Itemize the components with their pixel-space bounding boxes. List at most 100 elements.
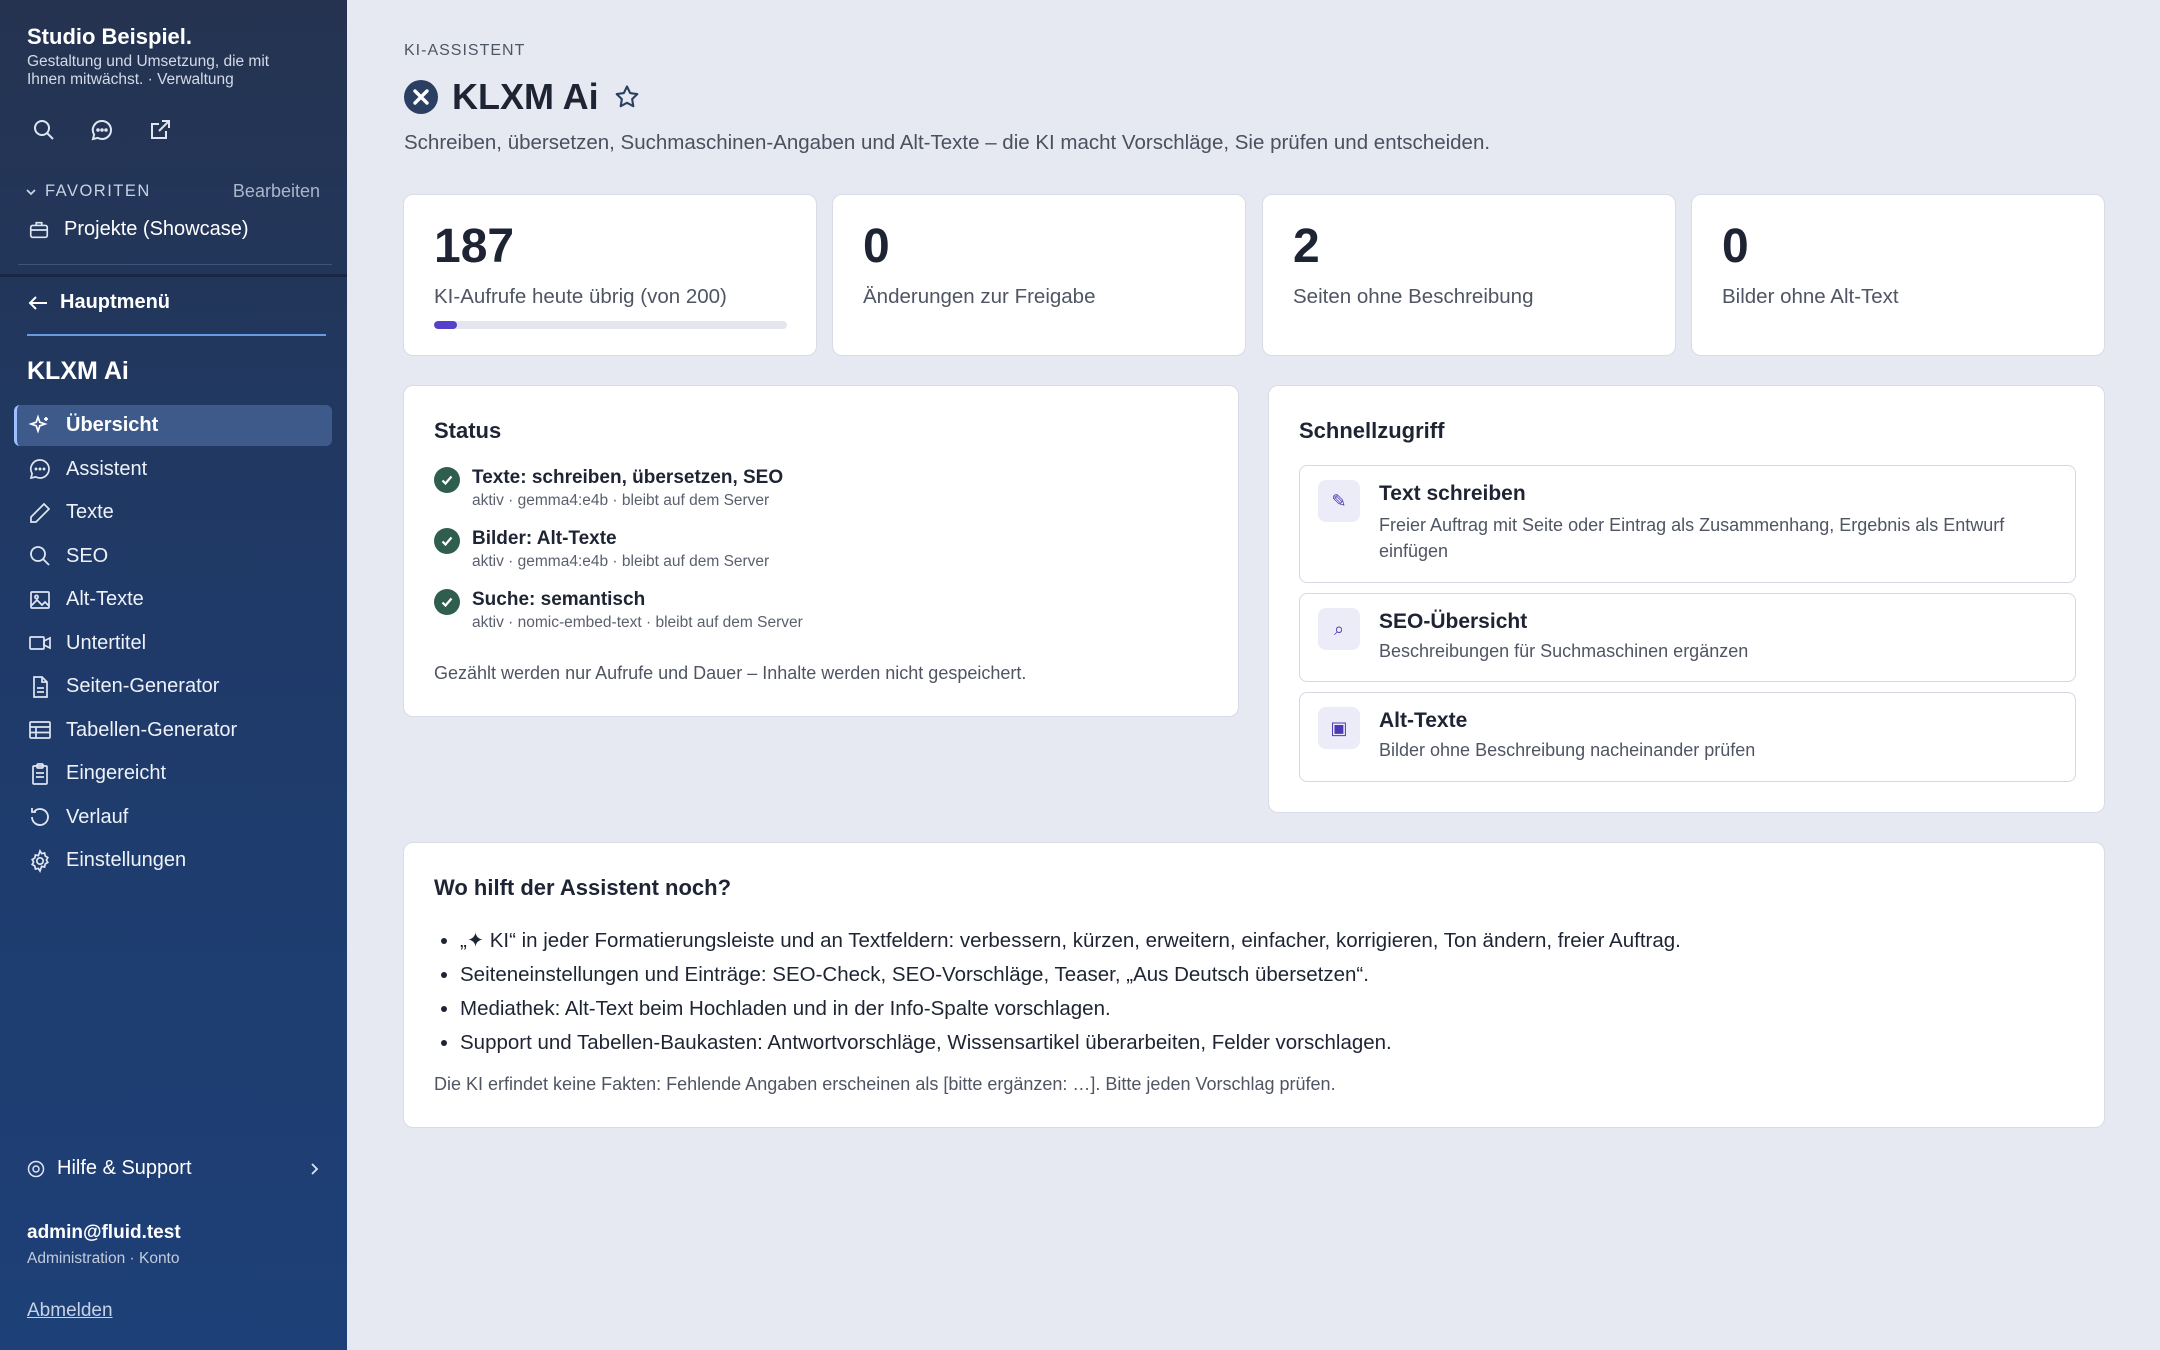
sidebar-item-label: Texte: [66, 501, 114, 523]
quick-item-desc: Beschreibungen für Suchmaschinen ergänze…: [1379, 641, 1749, 661]
sidebar-item-label: Assistent: [66, 457, 148, 480]
help-card-note: Die KI erfindet keine Fakten: Fehlende A…: [434, 1074, 1336, 1094]
klxm-logo-icon: [404, 80, 438, 114]
help-support-link[interactable]: Hilfe & Support: [27, 1157, 319, 1180]
sidebar-item-seiten-generator[interactable]: Seiten-Generator: [14, 666, 332, 707]
quick-item-name: SEO-Übersicht: [1379, 610, 1528, 633]
sidebar: Studio Beispiel. Gestaltung und Umsetzun…: [0, 0, 347, 1350]
sidebar-item-uebersicht[interactable]: Übersicht: [14, 405, 332, 446]
status-item: Suche: semantisch aktiv · nomic-embed-tex…: [434, 588, 803, 632]
sidebar-section-title: KLXM Ai: [27, 357, 129, 385]
user-email: admin@fluid.test: [27, 1222, 181, 1243]
status-title: Status: [434, 418, 502, 443]
list-item: Seiteneinstellungen und Einträge: SEO-Ch…: [460, 958, 2060, 992]
sidebar-item-einstellungen[interactable]: Einstellungen: [14, 840, 332, 881]
sidebar-item-untertitel[interactable]: Untertitel: [14, 623, 332, 664]
search-icon[interactable]: [30, 116, 58, 144]
favorite-item-projekte[interactable]: Projekte (Showcase): [28, 218, 249, 241]
status-card: Status Texte: schreiben, übersetzen, SEO…: [403, 385, 1239, 717]
status-item-name: Texte: schreiben, übersetzen, SEO: [472, 467, 784, 488]
stat-value: 0: [863, 220, 890, 273]
stat-label: Bilder ohne Alt-Text: [1722, 285, 1899, 308]
stat-label: Änderungen zur Freigabe: [863, 285, 1096, 308]
help-label: Hilfe & Support: [57, 1157, 192, 1179]
quick-item-desc: Freier Auftrag mit Seite oder Eintrag al…: [1379, 515, 2005, 561]
file-icon: [33, 675, 48, 698]
divider: [27, 334, 326, 336]
chat-icon[interactable]: [88, 116, 116, 144]
image-icon: [30, 590, 50, 609]
external-link-icon[interactable]: [146, 116, 174, 144]
sidebar-item-label: Eingereicht: [66, 762, 167, 784]
sidebar-item-assistent[interactable]: Assistent: [14, 449, 332, 490]
stat-value: 0: [1722, 220, 1749, 273]
sidebar-item-texte[interactable]: Texte: [14, 492, 332, 533]
search-icon: ⌕: [1318, 608, 1360, 650]
quick-item-name: Alt-Texte: [1379, 709, 1468, 732]
quick-access-card: Schnellzugriff ✎ Text schreiben Freier A…: [1268, 385, 2105, 813]
status-item-name: Suche: semantisch: [472, 589, 646, 610]
favorites-label: FAVORITEN: [45, 182, 151, 200]
progress-fill: [434, 321, 457, 329]
page-lead: Schreiben, übersetzen, Suchmaschinen-Ang…: [404, 131, 1491, 154]
page-title-row: KLXM Ai: [404, 76, 641, 118]
stat-card-bilder-ohne-alt-text: 0 Bilder ohne Alt-Text: [1691, 194, 2105, 356]
status-list: Texte: schreiben, übersetzen, SEO aktiv ·…: [434, 466, 803, 649]
favorites-header: FAVORITEN Bearbeiten: [25, 181, 320, 202]
favorites-edit-button[interactable]: Bearbeiten: [233, 181, 320, 202]
stat-label: Seiten ohne Beschreibung: [1293, 285, 1534, 308]
status-note: Gezählt werden nur Aufrufe und Dauer – I…: [434, 663, 1027, 683]
help-card-title: Wo hilft der Assistent noch?: [434, 875, 732, 900]
brand-subtitle: Gestaltung und Umsetzung, die mit Ihnen …: [27, 53, 270, 88]
divider: [0, 274, 347, 277]
sidebar-item-label: Verlauf: [66, 805, 129, 828]
sidebar-item-label: Übersicht: [66, 414, 159, 436]
arrow-left-icon: [28, 295, 47, 310]
sidebar-item-label: Alt-Texte: [66, 588, 144, 610]
user-role: Administration · Konto: [27, 1250, 180, 1267]
brand-title[interactable]: Studio Beispiel.: [27, 24, 192, 50]
sidebar-item-label: Untertitel: [66, 631, 147, 654]
status-item-meta: aktiv · gemma4:e4b · bleibt auf dem Serv…: [472, 553, 770, 570]
video-icon: [29, 636, 51, 650]
back-to-main-menu[interactable]: Hauptmenü: [28, 291, 170, 314]
divider: [18, 264, 332, 265]
history-icon: [31, 808, 49, 826]
status-item: Texte: schreiben, übersetzen, SEO aktiv ·…: [434, 466, 803, 510]
page-eyebrow: KI-ASSISTENT: [404, 42, 526, 59]
stat-card-aenderungen: 0 Änderungen zur Freigabe: [832, 194, 1246, 356]
favorites-toggle[interactable]: FAVORITEN: [25, 182, 151, 201]
status-item-meta: aktiv · gemma4:e4b · bleibt auf dem Serv…: [472, 492, 770, 509]
chevron-right-icon: [311, 1162, 319, 1175]
sidebar-item-label: Seiten-Generator: [66, 675, 220, 697]
sparkle-icon: [28, 413, 48, 434]
list-item: „✦ KI“ in jeder Formatierungsleiste und …: [460, 924, 2060, 958]
page-title: KLXM Ai: [452, 76, 599, 117]
sidebar-item-tabellen-generator[interactable]: Tabellen-Generator: [14, 710, 332, 751]
sidebar-item-label: Einstellungen: [66, 849, 187, 871]
sidebar-item-seo[interactable]: SEO: [14, 536, 332, 577]
chat-icon: [29, 459, 50, 480]
help-bullets: „✦ KI“ in jeder Formatierungsleiste und …: [460, 924, 2060, 1060]
star-icon[interactable]: [613, 83, 641, 111]
sidebar-item-alt-texte[interactable]: Alt-Texte: [14, 579, 332, 620]
stat-label: KI-Aufrufe heute übrig (von 200): [434, 285, 727, 308]
check-circle-icon: [434, 528, 460, 554]
list-item: Support und Tabellen-Baukasten: Antwortv…: [460, 1026, 2060, 1060]
table-icon: [29, 721, 51, 739]
ki-calls-progress-bar: [434, 321, 787, 329]
help-icon: [27, 1160, 45, 1177]
sidebar-item-verlauf[interactable]: Verlauf: [14, 797, 332, 838]
check-circle-icon: [434, 589, 460, 615]
favorite-item-label: Projekte (Showcase): [64, 218, 249, 240]
sidebar-item-eingereicht[interactable]: Eingereicht: [14, 753, 332, 794]
status-item: Bilder: Alt-Texte aktiv · gemma4:e4b · bl…: [434, 527, 803, 571]
quick-item-text-schreiben[interactable]: ✎ Text schreiben Freier Auftrag mit Seit…: [1299, 465, 2076, 583]
back-label: Hauptmenü: [60, 291, 170, 313]
quick-item-alt-texte[interactable]: ▣ Alt-Texte Bilder ohne Beschreibung nac…: [1299, 692, 2076, 782]
stat-card-seiten-ohne-beschreibung: 2 Seiten ohne Beschreibung: [1262, 194, 1676, 356]
chevron-down-icon: [26, 188, 36, 195]
stat-value: 2: [1293, 220, 1320, 273]
logout-link[interactable]: Abmelden: [27, 1300, 113, 1322]
quick-item-seo-uebersicht[interactable]: ⌕ SEO-Übersicht Beschreibungen für Suchm…: [1299, 593, 2076, 682]
